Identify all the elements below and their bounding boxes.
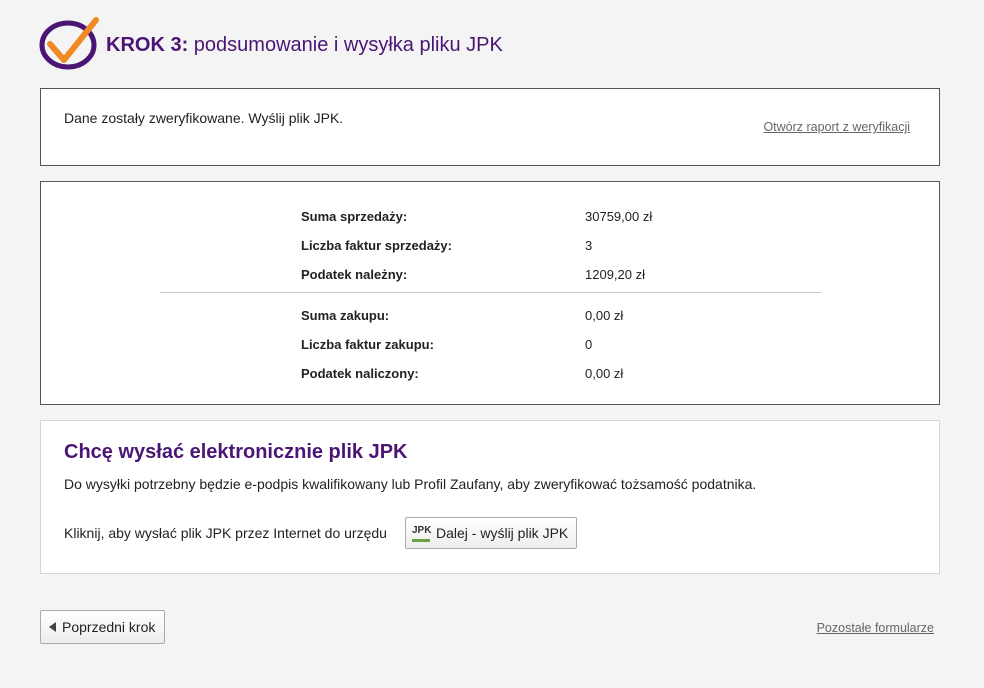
page-header: KROK 3: podsumowanie i wysyłka pliku JPK <box>38 14 938 70</box>
summary-label: Suma sprzedaży: <box>301 209 408 224</box>
summary-label: Podatek naliczony: <box>301 366 419 381</box>
summary-row-output-tax: Podatek należny: 1209,20 zł <box>41 267 939 285</box>
summary-value: 0 <box>585 337 593 352</box>
jpk-icon: JPK <box>412 524 431 542</box>
verification-panel: Dane zostały zweryfikowane. Wyślij plik … <box>40 88 940 166</box>
step-label: KROK 3: <box>106 34 189 56</box>
summary-row-purchase-invoices: Liczba faktur zakupu: 0 <box>41 337 939 355</box>
send-panel: Chcę wysłać elektronicznie plik JPK Do w… <box>40 420 940 574</box>
verification-message: Dane zostały zweryfikowane. Wyślij plik … <box>64 110 344 126</box>
previous-step-button[interactable]: Poprzedni krok <box>40 610 165 644</box>
summary-row-purchase-total: Suma zakupu: 0,00 zł <box>41 308 939 326</box>
summary-value: 0,00 zł <box>585 366 624 381</box>
open-report-link[interactable]: Otwórz raport z weryfikacji <box>763 120 910 134</box>
summary-row-sales-invoices: Liczba faktur sprzedaży: 3 <box>41 238 939 256</box>
summary-value: 3 <box>585 238 593 253</box>
summary-label: Liczba faktur zakupu: <box>301 337 434 352</box>
send-prompt: Kliknij, aby wysłać plik JPK przez Inter… <box>64 525 387 541</box>
checkmark-circle-icon <box>39 17 99 70</box>
page-title: KROK 3: podsumowanie i wysyłka pliku JPK <box>106 34 503 57</box>
other-forms-link[interactable]: Pozostałe formularze <box>817 621 934 635</box>
previous-step-label: Poprzedni krok <box>62 619 156 635</box>
summary-row-input-tax: Podatek naliczony: 0,00 zł <box>41 366 939 384</box>
summary-panel: Suma sprzedaży: 30759,00 zł Liczba faktu… <box>40 181 940 405</box>
summary-value: 30759,00 zł <box>585 209 653 224</box>
summary-value: 0,00 zł <box>585 308 624 323</box>
summary-divider <box>160 292 821 293</box>
summary-value: 1209,20 zł <box>585 267 645 282</box>
summary-row-sales-total: Suma sprzedaży: 30759,00 zł <box>41 209 939 227</box>
summary-label: Suma zakupu: <box>301 308 390 323</box>
send-description: Do wysyłki potrzebny będzie e-podpis kwa… <box>64 476 757 492</box>
step-title: podsumowanie i wysyłka pliku JPK <box>193 34 503 56</box>
summary-label: Liczba faktur sprzedaży: <box>301 238 452 253</box>
send-title: Chcę wysłać elektronicznie plik JPK <box>64 441 408 463</box>
arrow-left-icon <box>49 622 56 632</box>
summary-label: Podatek należny: <box>301 267 408 282</box>
send-jpk-button[interactable]: JPK Dalej - wyślij plik JPK <box>405 517 578 549</box>
send-button-label: Dalej - wyślij plik JPK <box>436 525 569 541</box>
